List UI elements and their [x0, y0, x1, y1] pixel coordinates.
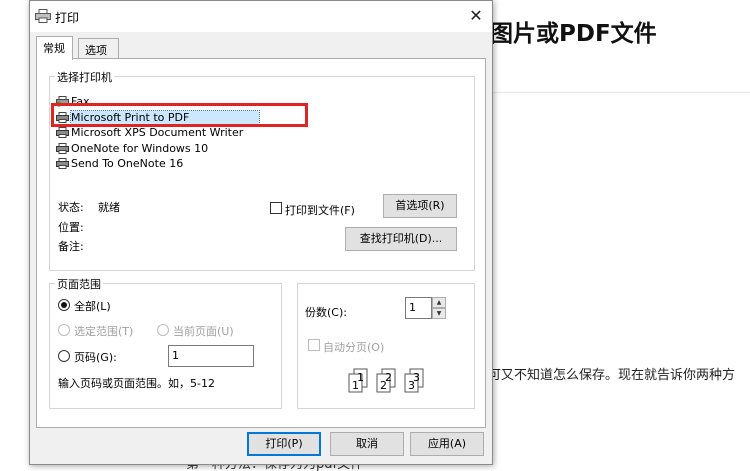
- collate-label[interactable]: 自动分页(O): [323, 339, 384, 355]
- preferences-button[interactable]: 首选项(R): [383, 194, 457, 218]
- printer-item-microsoft-xps-document-writer[interactable]: Microsoft XPS Document Writer: [54, 125, 334, 141]
- highlight-annotation: [51, 103, 308, 127]
- current-page-label[interactable]: 当前页面(U): [173, 323, 234, 339]
- copies-input[interactable]: 1: [405, 297, 432, 319]
- status-label: 状态:: [58, 201, 84, 214]
- title-bar[interactable]: 打印 ✕: [30, 1, 492, 32]
- close-icon: ✕: [469, 6, 483, 25]
- printer-name: Send To OneNote 16: [71, 157, 184, 170]
- selection-label[interactable]: 选定范围(T): [74, 323, 133, 339]
- select-printer-legend: 选择打印机: [55, 69, 114, 85]
- collate-page-label: 3: [413, 371, 420, 384]
- pages-radio[interactable]: [58, 350, 70, 362]
- collate-pages-icon: 1 1 2 2 3 3: [348, 368, 424, 393]
- copies-spinner[interactable]: ▲ ▼: [432, 297, 446, 319]
- tab-options[interactable]: 选项: [78, 38, 119, 58]
- printer-item-onenote-for-windows-10[interactable]: OneNote for Windows 10: [54, 141, 334, 157]
- print-to-file-checkbox[interactable]: [270, 202, 282, 214]
- close-button[interactable]: ✕: [460, 1, 492, 32]
- background-divider: [484, 92, 750, 93]
- dialog-title: 打印: [55, 11, 80, 25]
- location-label: 位置:: [58, 221, 84, 234]
- collate-page-label: 2: [385, 371, 392, 384]
- tab-general[interactable]: 常规: [36, 36, 73, 60]
- print-button[interactable]: 打印(P): [247, 432, 321, 456]
- all-pages-radio[interactable]: [58, 299, 70, 311]
- printer-name: OneNote for Windows 10: [71, 141, 209, 155]
- current-page-radio[interactable]: [157, 324, 169, 336]
- background-body-text: 可又不知道怎么保存。现在就告诉你两种方: [488, 368, 736, 383]
- all-pages-label[interactable]: 全部(L): [74, 298, 111, 314]
- pages-input[interactable]: 1: [168, 345, 254, 367]
- printer-icon: [56, 127, 69, 138]
- copies-group: 份数(C): 1 ▲ ▼ 自动分页(O) 1 1 2 2 3 3: [297, 283, 475, 409]
- printer-name: Microsoft XPS Document Writer: [71, 126, 244, 139]
- printer-icon: [56, 142, 69, 154]
- background-heading: 图片或PDF文件: [490, 21, 657, 47]
- page-range-group: 页面范围 全部(L) 选定范围(T) 当前页面(U) 页码(G): 1 输入页码…: [49, 276, 282, 409]
- selection-radio[interactable]: [58, 324, 70, 336]
- page-range-hint: 输入页码或页面范围。如，5-12: [58, 377, 215, 390]
- spin-up-icon[interactable]: ▲: [432, 297, 446, 308]
- background-corner-icon: [730, 0, 750, 6]
- collate-page-label: 1: [357, 371, 364, 384]
- status-value: 就绪: [98, 201, 120, 214]
- printer-icon: [56, 158, 69, 169]
- page-range-legend: 页面范围: [55, 276, 103, 292]
- printer-icon: [35, 9, 51, 23]
- print-to-file-label[interactable]: 打印到文件(F): [285, 202, 355, 218]
- comment-label: 备注:: [58, 240, 84, 253]
- apply-button[interactable]: 应用(A): [410, 432, 484, 456]
- find-printer-button[interactable]: 查找打印机(D)...: [345, 227, 457, 251]
- pages-label[interactable]: 页码(G):: [74, 349, 117, 365]
- copies-label: 份数(C):: [305, 306, 347, 319]
- spin-down-icon[interactable]: ▼: [432, 308, 446, 319]
- printer-item-send-to-onenote-16[interactable]: Send To OneNote 16: [54, 156, 334, 172]
- print-dialog: 打印 ✕ 常规 选项 选择打印机 Fax Microsoft Print to …: [29, 0, 493, 465]
- collate-checkbox[interactable]: [308, 339, 320, 351]
- cancel-button[interactable]: 取消: [330, 432, 404, 456]
